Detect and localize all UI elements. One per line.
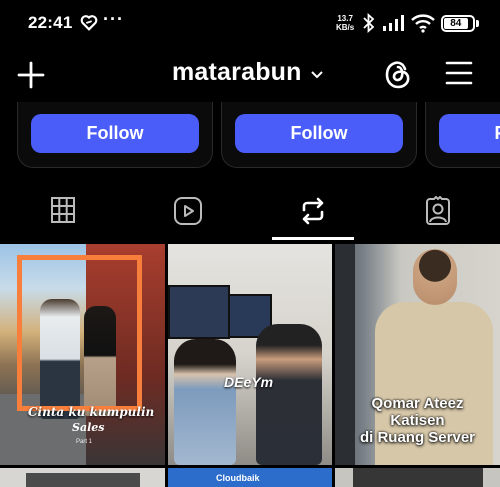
status-time: 22:41 — [28, 13, 73, 32]
tile-image — [168, 285, 230, 339]
grid-tile[interactable] — [0, 468, 165, 487]
tile-caption: Cloudbaik — [216, 473, 260, 483]
tile-image — [413, 249, 457, 305]
tile-image — [174, 339, 236, 465]
suggested-card: Follow — [221, 102, 417, 168]
active-tab-indicator — [272, 237, 354, 240]
tile-caption: Part 1 — [76, 439, 93, 445]
threads-icon[interactable] — [383, 58, 413, 90]
tile-caption: DEeYm — [224, 374, 274, 390]
reposts-icon — [302, 197, 323, 225]
menu-icon[interactable] — [445, 60, 473, 86]
follow-button[interactable]: Follow — [235, 114, 403, 153]
battery-icon: 84 — [441, 15, 475, 32]
follow-button[interactable]: Follow — [439, 114, 500, 153]
tile-caption: Katisen — [390, 412, 445, 429]
grid-tile[interactable] — [335, 468, 500, 487]
tab-tagged[interactable] — [375, 180, 500, 242]
tile-image — [256, 324, 322, 465]
reposts-grid: Cinta ku kumpulin Sales Part 1 DEeYm Qom… — [0, 244, 500, 487]
username: matarabun — [172, 58, 302, 86]
wifi-icon — [411, 14, 435, 33]
status-bar: 22:41 ··· 13.7 KB/s 84 — [0, 0, 500, 46]
follow-button[interactable]: Follow — [31, 114, 199, 153]
grid-tile[interactable]: Cinta ku kumpulin Sales Part 1 — [0, 244, 165, 465]
signal-icon — [383, 15, 404, 31]
reels-icon — [173, 197, 202, 225]
net-speed-value: 13.7 — [337, 14, 353, 23]
bluetooth-icon — [363, 13, 375, 33]
account-switcher[interactable]: matarabun — [172, 58, 324, 87]
battery-cap — [476, 20, 479, 27]
tab-posts[interactable] — [0, 180, 125, 242]
net-speed: 13.7 KB/s — [336, 14, 354, 32]
heart-notification-icon — [80, 15, 98, 31]
profile-tabs — [0, 180, 500, 242]
suggested-card: Follow — [425, 102, 500, 168]
battery-level: 84 — [444, 18, 468, 29]
plus-icon[interactable] — [16, 60, 46, 90]
tile-caption: Cinta ku kumpulin — [28, 405, 155, 419]
tile-caption: di Ruang Server — [359, 429, 476, 446]
more-notifications-icon: ··· — [103, 9, 124, 29]
suggested-accounts: Follow Follow Follow — [0, 102, 500, 170]
chevron-down-icon — [310, 70, 323, 78]
tile-image — [26, 473, 140, 487]
net-speed-unit: KB/s — [336, 23, 355, 32]
tagged-icon — [425, 196, 450, 225]
grid-tile[interactable]: Qomar Ateez Katisen di Ruang Server — [335, 244, 500, 465]
highlight-frame — [17, 255, 142, 411]
tab-reels[interactable] — [125, 180, 250, 242]
tile-image — [353, 468, 483, 487]
tab-reposts[interactable] — [250, 180, 375, 242]
profile-header: matarabun — [0, 46, 500, 102]
grid-tile[interactable]: Cloudbaik — [168, 468, 332, 487]
suggested-card: Follow — [17, 102, 213, 168]
tile-caption: Sales — [72, 421, 105, 434]
grid-icon — [50, 197, 75, 223]
tile-caption: Qomar Ateez — [371, 395, 464, 412]
grid-tile[interactable]: DEeYm — [168, 244, 332, 465]
